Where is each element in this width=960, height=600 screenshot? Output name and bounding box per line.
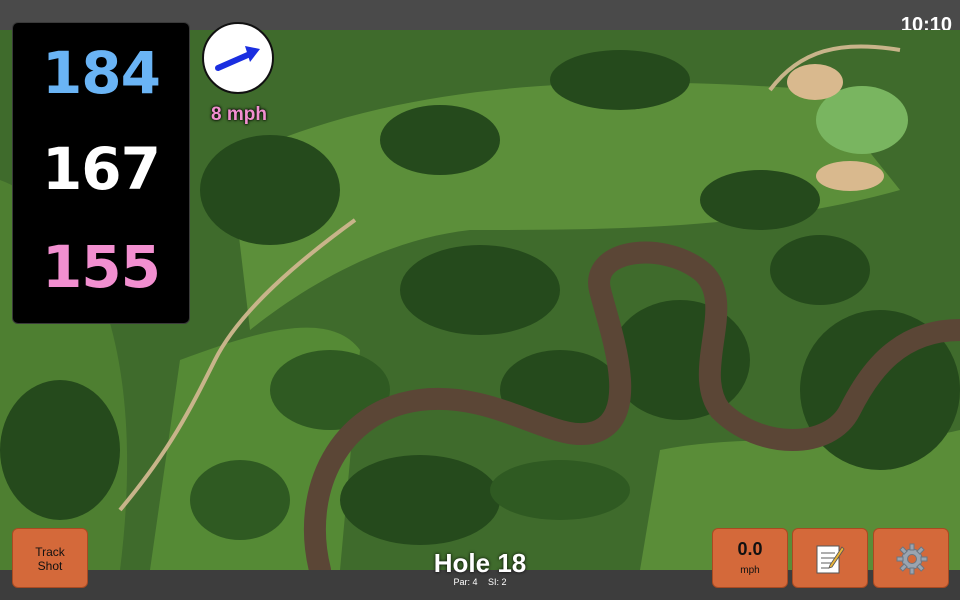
wind-speed-label: 8 mph [211, 104, 267, 125]
hole-info: Par: 4 SI: 2 [400, 576, 560, 588]
gear-icon [896, 543, 928, 575]
track-shot-button[interactable]: Track Shot [12, 528, 88, 588]
hole-stroke-index: SI: 2 [488, 577, 507, 587]
yardage-panel: 184 167 155 [12, 22, 190, 324]
hole-par: Par: 4 [453, 577, 478, 587]
notes-icon [816, 545, 845, 574]
arrow-icon [215, 46, 260, 71]
wind-direction-indicator [202, 22, 274, 94]
back-yardage: 184 [41, 39, 161, 107]
hole-title: Hole 18 [433, 548, 527, 578]
track-shot-label: Track Shot [35, 545, 65, 573]
middle-yardage: 167 [41, 135, 161, 203]
notes-button[interactable] [792, 528, 868, 588]
settings-button[interactable] [873, 528, 949, 588]
wind-speed-unit: mph [740, 565, 760, 576]
front-yardage: 155 [41, 233, 161, 301]
wind-speed-button[interactable]: 0.0 mph [712, 528, 788, 588]
wind-speed-value: 0.0 [737, 539, 763, 559]
